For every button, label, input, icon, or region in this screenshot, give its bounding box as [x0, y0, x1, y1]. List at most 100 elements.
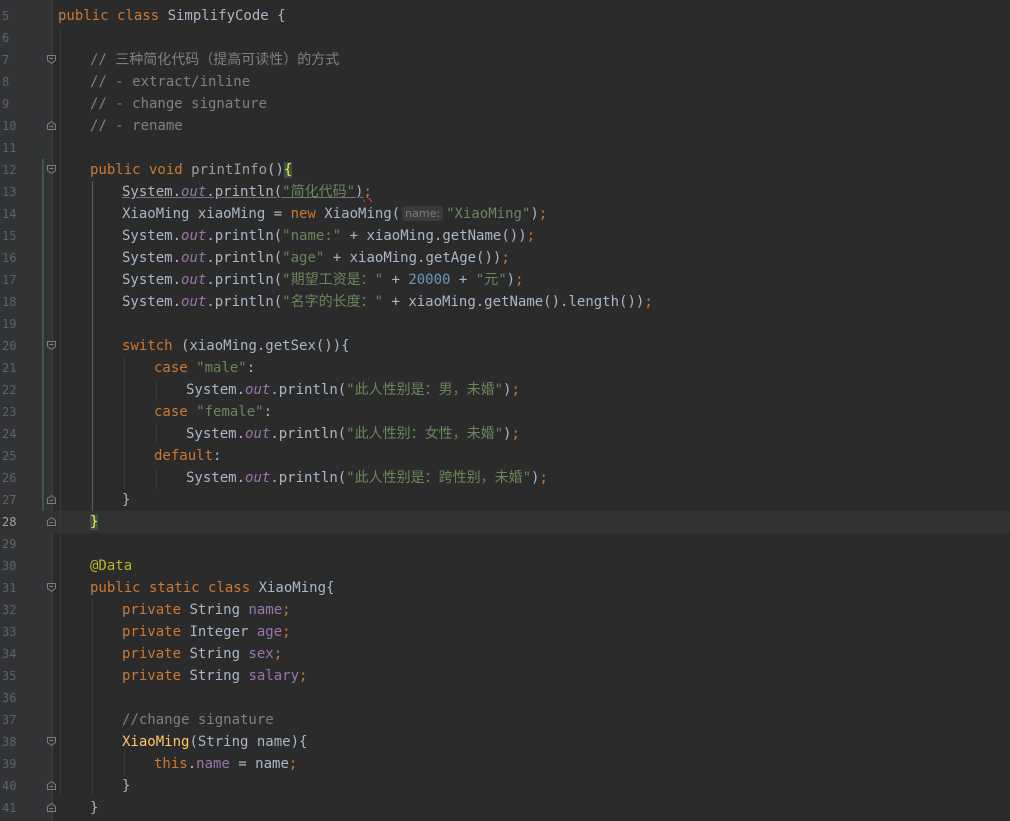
code-text[interactable]: // - extract/inline: [90, 73, 250, 91]
code-token: String: [189, 646, 249, 662]
code-line[interactable]: 18 System.out.println("名字的长度：" + xiaoMing…: [0, 291, 1010, 313]
code-token: out: [181, 294, 207, 310]
code-token: :: [263, 404, 273, 420]
line-number: 6: [2, 31, 10, 45]
code-token: name: [248, 602, 283, 618]
code-token: +: [383, 272, 409, 288]
code-line[interactable]: 26 System.out.println("此人性别是：跨性别，未婚");: [0, 467, 1010, 489]
code-line[interactable]: 8 // - extract/inline: [0, 71, 1010, 93]
code-token: "此人性别：女性，未婚": [346, 426, 504, 442]
code-text[interactable]: // - rename: [90, 117, 183, 135]
fold-end-icon[interactable]: [46, 120, 57, 131]
code-line[interactable]: 23 case "female":: [0, 401, 1010, 423]
fold-end-icon[interactable]: [46, 780, 57, 791]
code-text[interactable]: //change signature: [122, 711, 274, 729]
code-line[interactable]: 39 this.name = name;: [0, 753, 1010, 775]
code-text[interactable]: // 三种简化代码（提高可读性）的方式: [90, 51, 339, 69]
code-line[interactable]: 21 case "male":: [0, 357, 1010, 379]
code-line[interactable]: 24 System.out.println("此人性别：女性，未婚");: [0, 423, 1010, 445]
code-text[interactable]: private String salary;: [122, 667, 307, 685]
code-text[interactable]: private Integer age;: [122, 623, 291, 641]
code-line[interactable]: 38 XiaoMing(String name){: [0, 731, 1010, 753]
code-line[interactable]: 7 // 三种简化代码（提高可读性）的方式: [0, 49, 1010, 71]
code-line[interactable]: 34 private String sex;: [0, 643, 1010, 665]
code-line[interactable]: 11: [0, 137, 1010, 159]
code-text[interactable]: System.out.println("此人性别是：男，未婚");: [186, 381, 520, 399]
code-text[interactable]: System.out.println("age" + xiaoMing.getA…: [122, 249, 510, 267]
code-line[interactable]: 33 private Integer age;: [0, 621, 1010, 643]
code-text[interactable]: public void printInfo(){: [90, 161, 293, 179]
code-text[interactable]: public static class XiaoMing{: [90, 579, 334, 597]
code-text[interactable]: System.out.println("名字的长度：" + xiaoMing.g…: [122, 293, 653, 311]
code-token: }: [122, 778, 131, 794]
fold-start-icon[interactable]: [46, 736, 57, 747]
code-line[interactable]: 35 private String salary;: [0, 665, 1010, 687]
code-token: new: [290, 206, 325, 222]
code-line[interactable]: 12 public void printInfo(){: [0, 159, 1010, 181]
code-token: .println(: [206, 250, 283, 266]
code-line[interactable]: 16 System.out.println("age" + xiaoMing.ge…: [0, 247, 1010, 269]
code-line[interactable]: 30 @Data: [0, 555, 1010, 577]
code-text[interactable]: System.out.println("此人性别是：跨性别，未婚");: [186, 469, 548, 487]
code-text[interactable]: private String sex;: [122, 645, 282, 663]
code-line[interactable]: 22 System.out.println("此人性别是：男，未婚");: [0, 379, 1010, 401]
code-text[interactable]: switch (xiaoMing.getSex()){: [122, 337, 350, 355]
code-token: "age": [282, 250, 325, 266]
code-token: ;: [539, 470, 548, 486]
code-text[interactable]: // - change signature: [90, 95, 267, 113]
code-text[interactable]: System.out.println("name:" + xiaoMing.ge…: [122, 227, 535, 245]
code-token: out: [245, 470, 271, 486]
code-line[interactable]: 36: [0, 687, 1010, 709]
code-text[interactable]: XiaoMing(String name){: [122, 733, 307, 751]
code-line[interactable]: 32 private String name;: [0, 599, 1010, 621]
code-text[interactable]: System.out.println("此人性别：女性，未婚");: [186, 425, 520, 443]
code-text[interactable]: System.out.println("简化代码");: [122, 183, 372, 201]
line-number: 13: [2, 185, 17, 199]
code-line[interactable]: 5 public class SimplifyCode {: [0, 5, 1010, 27]
code-line[interactable]: 9 // - change signature: [0, 93, 1010, 115]
code-text[interactable]: }: [90, 799, 98, 817]
code-text[interactable]: XiaoMing xiaoMing = new XiaoMing(name: "X…: [122, 205, 547, 223]
code-line[interactable]: 15 System.out.println("name:" + xiaoMing.…: [0, 225, 1010, 247]
code-line[interactable]: 28}: [0, 511, 1010, 533]
fold-end-icon[interactable]: [46, 802, 57, 813]
code-line[interactable]: 27}: [0, 489, 1010, 511]
code-line[interactable]: 41}: [0, 797, 1010, 819]
code-line[interactable]: 40}: [0, 775, 1010, 797]
code-text[interactable]: case "female":: [154, 403, 272, 421]
code-line[interactable]: 6: [0, 27, 1010, 49]
code-text[interactable]: private String name;: [122, 601, 291, 619]
fold-end-icon[interactable]: [46, 494, 57, 505]
fold-start-icon[interactable]: [46, 164, 57, 175]
fold-start-icon[interactable]: [46, 54, 57, 65]
indent-guide: [156, 467, 157, 489]
code-line[interactable]: 10 // - rename: [0, 115, 1010, 137]
fold-start-icon[interactable]: [46, 582, 57, 593]
code-token: :: [246, 360, 256, 376]
line-number: 41: [2, 801, 17, 815]
code-line[interactable]: 37 //change signature: [0, 709, 1010, 731]
code-line[interactable]: 20 switch (xiaoMing.getSex()){: [0, 335, 1010, 357]
fold-start-icon[interactable]: [46, 340, 57, 351]
code-text[interactable]: }: [122, 491, 130, 509]
code-token: ;: [644, 294, 653, 310]
code-text[interactable]: }: [122, 777, 130, 795]
code-token: ;: [273, 646, 283, 662]
code-line[interactable]: 13 System.out.println("简化代码");: [0, 181, 1010, 203]
code-line[interactable]: 19: [0, 313, 1010, 335]
code-editor[interactable]: 5 public class SimplifyCode { 6 7 // 三种简化代码（…: [0, 0, 1010, 821]
code-line[interactable]: 17 System.out.println("期望工资是：" + 20000 + …: [0, 269, 1010, 291]
code-text[interactable]: public class SimplifyCode {: [58, 7, 286, 25]
code-line[interactable]: 29: [0, 533, 1010, 555]
code-line[interactable]: 31 public static class XiaoMing{: [0, 577, 1010, 599]
code-text[interactable]: case "male":: [154, 359, 255, 377]
code-text[interactable]: }: [90, 513, 99, 531]
code-text[interactable]: System.out.println("期望工资是：" + 20000 + "元…: [122, 271, 524, 289]
code-text[interactable]: this.name = name;: [154, 755, 297, 773]
code-line[interactable]: 25 default:: [0, 445, 1010, 467]
code-token: System.: [122, 272, 182, 288]
code-line[interactable]: 14 XiaoMing xiaoMing = new XiaoMing(name:…: [0, 203, 1010, 225]
code-text[interactable]: @Data: [90, 557, 132, 575]
code-text[interactable]: default:: [154, 447, 221, 465]
fold-end-icon[interactable]: [46, 516, 57, 527]
